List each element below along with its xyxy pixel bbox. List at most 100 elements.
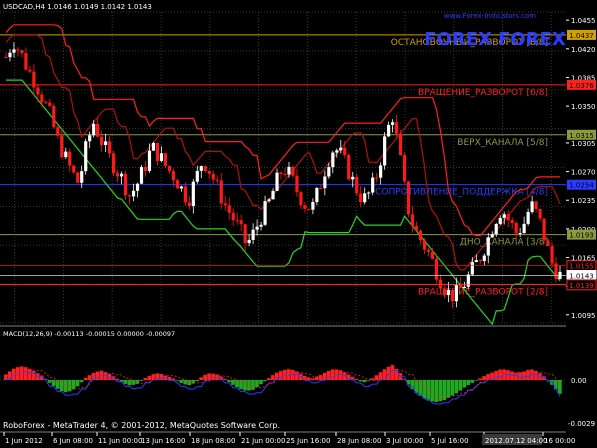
candle-body[interactable] — [20, 50, 24, 54]
candle-body[interactable] — [534, 201, 538, 210]
candle-body[interactable] — [319, 187, 323, 189]
candle-body[interactable] — [430, 251, 435, 259]
candle-body[interactable] — [191, 181, 195, 206]
candle-body[interactable] — [307, 208, 311, 210]
candle-body[interactable] — [438, 279, 443, 289]
candle-body[interactable] — [215, 179, 219, 181]
candle-body[interactable] — [96, 123, 100, 137]
candle-body[interactable] — [48, 102, 52, 106]
candle-body[interactable] — [339, 147, 343, 151]
candle-body[interactable] — [119, 173, 124, 177]
candle-body[interactable] — [92, 123, 96, 136]
candle-body[interactable] — [179, 186, 183, 189]
candle-body[interactable] — [387, 124, 391, 137]
candle-body[interactable] — [203, 166, 207, 171]
candle-body[interactable] — [482, 255, 486, 262]
candle-body[interactable] — [199, 166, 203, 171]
candle-body[interactable] — [462, 286, 466, 288]
candle-body[interactable] — [418, 230, 423, 241]
candle-body[interactable] — [454, 284, 458, 302]
candle-body[interactable] — [327, 167, 331, 177]
candle-body[interactable] — [279, 172, 283, 174]
candle-body[interactable] — [36, 87, 40, 95]
candle-body[interactable] — [486, 237, 490, 256]
candle-body[interactable] — [506, 214, 510, 221]
candle-body[interactable] — [402, 155, 407, 182]
candle-body[interactable] — [68, 151, 72, 166]
candle-body[interactable] — [375, 177, 379, 179]
candle-body[interactable] — [171, 171, 175, 181]
candle-body[interactable] — [151, 142, 156, 151]
candle-body[interactable] — [16, 49, 20, 51]
candle-body[interactable] — [363, 193, 367, 203]
candle-body[interactable] — [195, 170, 199, 182]
candle-body[interactable] — [522, 223, 526, 234]
candle-body[interactable] — [434, 258, 439, 280]
candle-body[interactable] — [395, 122, 399, 134]
candlestick-series[interactable] — [4, 42, 562, 309]
candle-body[interactable] — [398, 133, 403, 156]
candle-body[interactable] — [52, 105, 56, 128]
candle-body[interactable] — [167, 166, 171, 172]
candle-body[interactable] — [422, 240, 427, 250]
candle-body[interactable] — [44, 102, 48, 104]
candle-body[interactable] — [223, 203, 227, 206]
candle-body[interactable] — [383, 136, 387, 166]
candle-body[interactable] — [247, 239, 251, 244]
candle-body[interactable] — [24, 53, 28, 70]
candle-body[interactable] — [291, 166, 295, 176]
candle-body[interactable] — [470, 262, 474, 275]
candle-body[interactable] — [510, 220, 514, 223]
candle-body[interactable] — [410, 214, 415, 226]
candle-body[interactable] — [275, 172, 279, 191]
candle-body[interactable] — [64, 151, 68, 158]
candle-body[interactable] — [207, 170, 211, 174]
candle-body[interactable] — [263, 201, 267, 225]
candle-body[interactable] — [299, 192, 303, 206]
candle-body[interactable] — [414, 225, 419, 231]
candle-body[interactable] — [76, 172, 80, 183]
candle-body[interactable] — [32, 71, 36, 88]
mt4-chart-window[interactable]: ОСТАНОВОЧНЫЙ_РАЗВОРОТ [8/8]ВРАЩЕНИЕ_РАЗВ… — [0, 0, 597, 448]
candle-body[interactable] — [100, 136, 104, 145]
candle-body[interactable] — [40, 94, 44, 103]
candle-body[interactable] — [163, 153, 168, 167]
candle-body[interactable] — [28, 69, 32, 72]
candle-body[interactable] — [259, 224, 263, 227]
candle-body[interactable] — [538, 209, 542, 219]
candle-body[interactable] — [243, 224, 247, 244]
candle-body[interactable] — [108, 141, 112, 154]
candle-body[interactable] — [518, 233, 522, 235]
candle-body[interactable] — [446, 289, 450, 295]
candle-body[interactable] — [131, 190, 136, 197]
candle-body[interactable] — [139, 167, 144, 184]
candle-body[interactable] — [72, 165, 76, 173]
candle-body[interactable] — [267, 199, 271, 202]
candle-body[interactable] — [104, 141, 108, 145]
candle-body[interactable] — [112, 153, 116, 174]
candle-body[interactable] — [8, 52, 12, 58]
candle-body[interactable] — [147, 150, 152, 171]
candle-body[interactable] — [175, 180, 179, 189]
candle-body[interactable] — [442, 288, 447, 295]
candle-body[interactable] — [231, 212, 235, 221]
candle-body[interactable] — [60, 135, 64, 158]
candle-body[interactable] — [295, 175, 299, 193]
candle-body[interactable] — [116, 173, 120, 177]
candle-body[interactable] — [323, 176, 327, 189]
candle-body[interactable] — [227, 205, 231, 213]
candle-body[interactable] — [183, 186, 187, 203]
candle-body[interactable] — [335, 150, 339, 153]
candle-body[interactable] — [542, 218, 546, 241]
candle-body[interactable] — [514, 222, 518, 234]
candle-body[interactable] — [255, 226, 259, 230]
candle-body[interactable] — [343, 147, 347, 155]
candle-body[interactable] — [367, 192, 371, 194]
candle-body[interactable] — [56, 127, 60, 136]
candle-body[interactable] — [271, 190, 275, 200]
candle-body[interactable] — [155, 142, 160, 161]
candle-body[interactable] — [123, 173, 128, 196]
candle-body[interactable] — [143, 167, 148, 171]
candle-body[interactable] — [4, 57, 8, 59]
candle-body[interactable] — [303, 205, 307, 209]
